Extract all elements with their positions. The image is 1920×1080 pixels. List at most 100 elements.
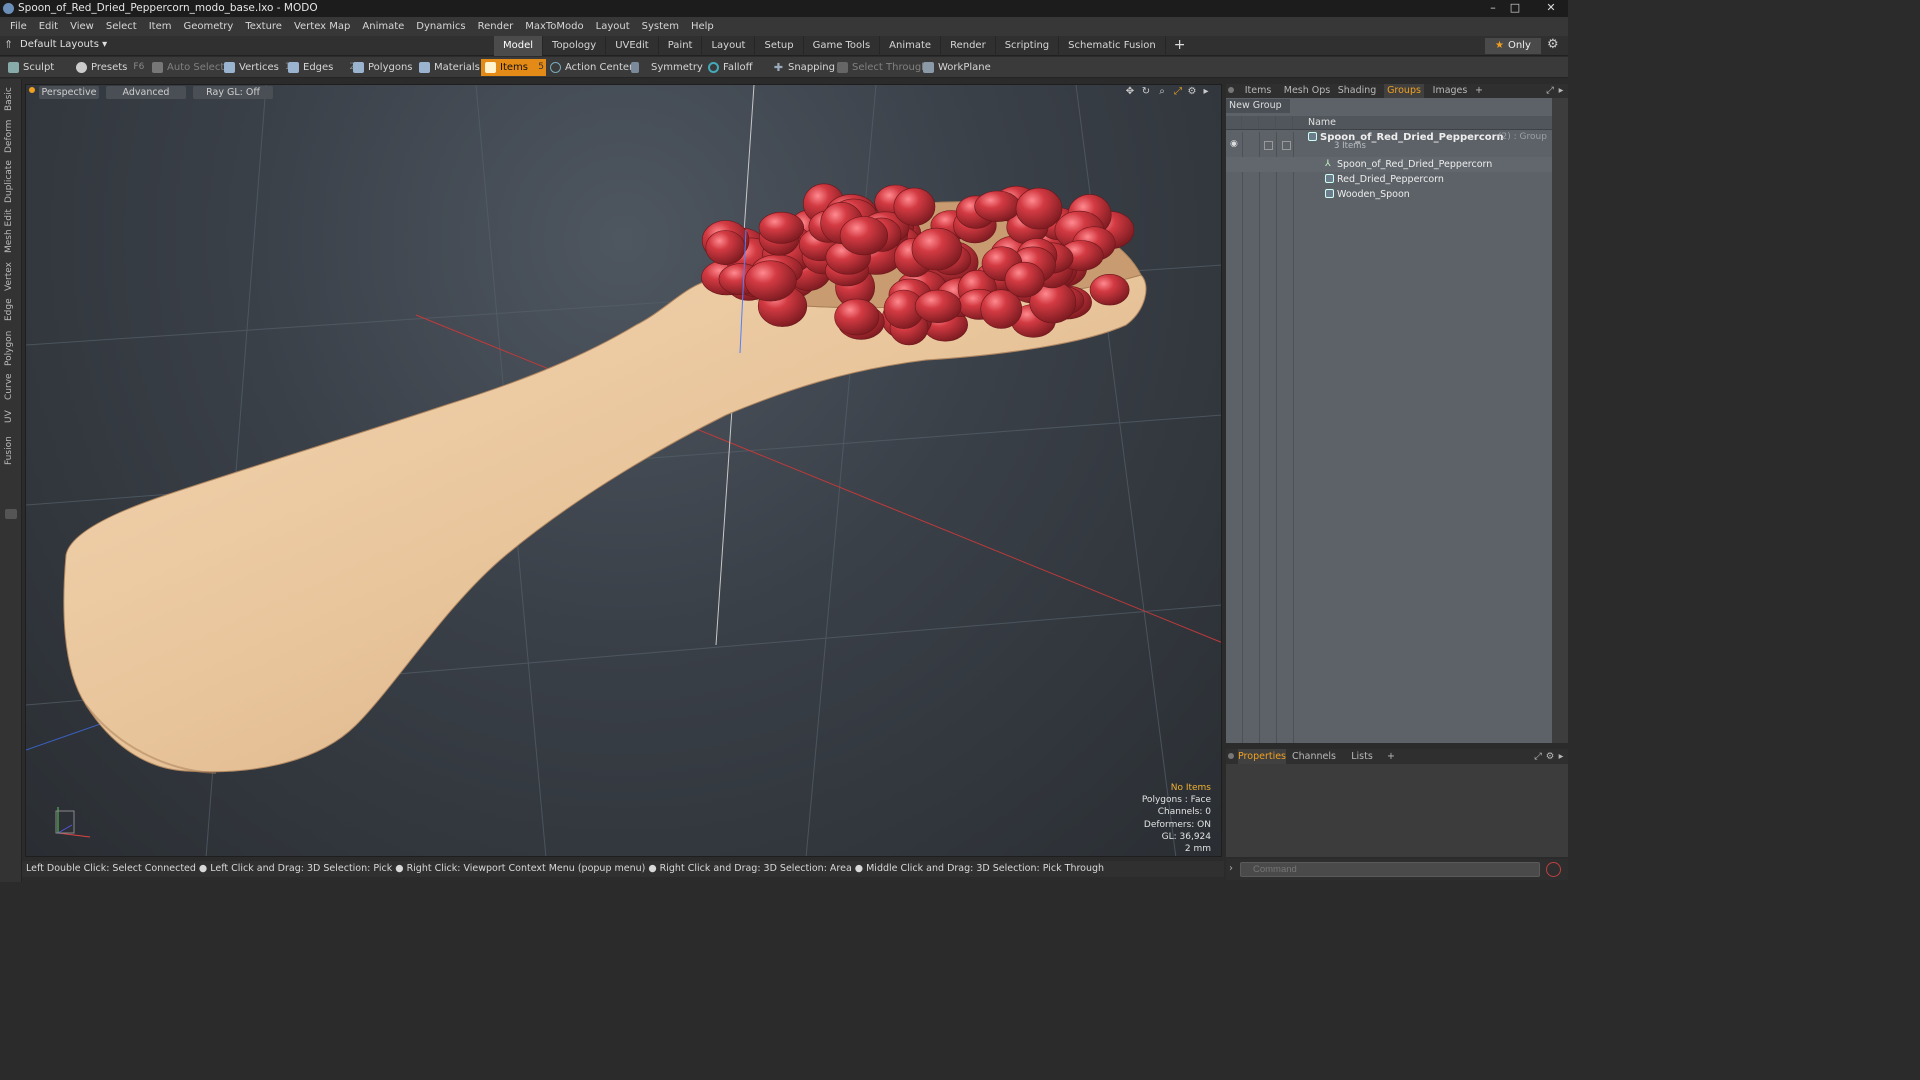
menu-render[interactable]: Render (472, 21, 520, 32)
tab-game-tools[interactable]: Game Tools (804, 36, 881, 56)
symmetry-button[interactable]: Symmetry (631, 59, 703, 76)
properties-expand-icon[interactable]: ⤢ (1532, 749, 1544, 764)
3d-viewport[interactable]: Perspective Advanced Ray GL: Off ✥ ↻ ⌕ ⤢… (25, 84, 1222, 857)
panel-menu-icon[interactable] (1228, 87, 1234, 93)
snapping-button[interactable]: ✚ Snapping (773, 59, 835, 76)
menu-vertex-map[interactable]: Vertex Map (288, 21, 356, 32)
workplane-button[interactable]: WorkPlane (923, 59, 991, 76)
gear-icon[interactable]: ⚙ (1547, 37, 1559, 52)
menu-item[interactable]: Item (143, 21, 178, 32)
group-child-row[interactable]: ⅄ Spoon_of_Red_Dried_Peppercorn (1226, 157, 1552, 172)
tab-properties[interactable]: Properties (1238, 749, 1286, 764)
menu-animate[interactable]: Animate (356, 21, 410, 32)
viewport-expand-icon[interactable]: ▸ (1200, 86, 1212, 98)
tab-animate[interactable]: Animate (880, 36, 942, 56)
items-button[interactable]: Items 5 (481, 59, 546, 76)
tab-groups[interactable]: Groups (1384, 84, 1424, 98)
lock-checkbox[interactable] (1264, 141, 1273, 150)
tab-channels[interactable]: Channels (1290, 749, 1338, 764)
render-col-icon[interactable] (1243, 116, 1259, 129)
layout-toggle-icon[interactable]: ⇑ (4, 38, 13, 51)
rotate-view-icon[interactable]: ↻ (1140, 86, 1152, 98)
command-record-icon[interactable] (1546, 862, 1561, 877)
vtab-uv[interactable]: UV (4, 407, 18, 427)
lock-col-icon[interactable] (1260, 116, 1276, 129)
shading-button[interactable]: Advanced (106, 86, 186, 99)
tab-images[interactable]: Images (1430, 84, 1470, 98)
menu-layout[interactable]: Layout (590, 21, 636, 32)
tab-topology[interactable]: Topology (543, 36, 607, 56)
menu-view[interactable]: View (64, 21, 100, 32)
menu-maxtomodo[interactable]: MaxToModo (519, 21, 589, 32)
auto-select-button[interactable]: Auto Select (152, 59, 224, 76)
vtab-duplicate[interactable]: Duplicate (4, 160, 18, 203)
tab-model[interactable]: Model (494, 36, 544, 56)
sculpt-button[interactable]: Sculpt (8, 59, 54, 76)
menu-dynamics[interactable]: Dynamics (410, 21, 471, 32)
close-button[interactable]: ✕ (1540, 1, 1562, 15)
zoom-view-icon[interactable]: ⌕ (1156, 86, 1168, 98)
properties-gear-icon[interactable]: ⚙ (1544, 749, 1556, 764)
menu-file[interactable]: File (4, 21, 33, 32)
vtab-mesh-edit[interactable]: Mesh Edit (4, 209, 18, 253)
add-panel-tab-button[interactable]: + (1472, 84, 1486, 98)
menu-help[interactable]: Help (685, 21, 720, 32)
tab-paint[interactable]: Paint (659, 36, 703, 56)
select-through-button[interactable]: Select Through (837, 59, 928, 76)
tab-setup[interactable]: Setup (755, 36, 804, 56)
tab-lists[interactable]: Lists (1340, 749, 1384, 764)
groups-scrollbar[interactable] (1552, 98, 1568, 743)
menu-system[interactable]: System (636, 21, 685, 32)
select-checkbox[interactable] (1282, 141, 1291, 150)
materials-button[interactable]: Materials (419, 59, 480, 76)
maximize-button[interactable]: □ (1506, 1, 1524, 15)
tab-uvedit[interactable]: UVEdit (606, 36, 659, 56)
tab-render[interactable]: Render (941, 36, 996, 56)
fit-view-icon[interactable]: ⤢ (1172, 86, 1184, 98)
edges-button[interactable]: Edges2 (288, 59, 355, 76)
command-history-icon[interactable]: › (1229, 863, 1233, 874)
raygl-button[interactable]: Ray GL: Off (193, 86, 273, 99)
tab-items[interactable]: Items (1238, 84, 1278, 98)
panel-arrow-icon[interactable]: ▸ (1556, 84, 1566, 98)
layouts-dropdown[interactable]: Default Layouts ▾ (20, 39, 107, 50)
properties-menu-icon[interactable] (1228, 753, 1234, 759)
polygons-button[interactable]: Polygons (353, 59, 413, 76)
vtab-vertex[interactable]: Vertex (4, 261, 18, 293)
viewport-menu-icon[interactable] (29, 87, 35, 93)
tab-mesh-ops[interactable]: Mesh Ops (1282, 84, 1332, 98)
vtab-curve[interactable]: Curve (4, 373, 18, 401)
tab-schematic-fusion[interactable]: Schematic Fusion (1059, 36, 1166, 56)
select-col-icon[interactable] (1277, 116, 1293, 129)
action-center-button[interactable]: Action Center (550, 59, 633, 76)
minimize-button[interactable]: – (1484, 1, 1502, 15)
only-button[interactable]: ★ Only (1485, 38, 1541, 54)
panel-toggle-icon[interactable] (5, 509, 17, 519)
add-tab-button[interactable]: + (1166, 36, 1194, 56)
perspective-button[interactable]: Perspective (39, 86, 99, 99)
new-group-button[interactable]: New Group (1226, 99, 1290, 113)
menu-edit[interactable]: Edit (33, 21, 64, 32)
panel-expand-icon[interactable]: ⤢ (1544, 84, 1556, 98)
tab-scripting[interactable]: Scripting (996, 36, 1060, 56)
vtab-polygon[interactable]: Polygon (4, 329, 18, 367)
visibility-col-icon[interactable] (1226, 116, 1242, 129)
eye-icon[interactable]: ◉ (1230, 137, 1238, 152)
tab-layout[interactable]: Layout (702, 36, 756, 56)
vertices-button[interactable]: Vertices1 (224, 59, 291, 76)
falloff-button[interactable]: Falloff (708, 59, 753, 76)
group-child-row[interactable]: Wooden_Spoon (1226, 187, 1552, 202)
group-child-row[interactable]: Red_Dried_Peppercorn (1226, 172, 1552, 187)
add-properties-tab-button[interactable]: + (1384, 749, 1398, 764)
group-row[interactable]: ◉ Spoon_of_Red_Dried_Peppercorn (2) : Gr… (1226, 132, 1552, 154)
vtab-deform[interactable]: Deform (4, 119, 18, 153)
tab-shading[interactable]: Shading (1334, 84, 1380, 98)
presets-button[interactable]: Presets F6 (76, 59, 144, 76)
menu-select[interactable]: Select (100, 21, 143, 32)
command-input[interactable] (1240, 862, 1540, 877)
vtab-fusion[interactable]: Fusion (4, 435, 18, 467)
viewport-settings-icon[interactable]: ⚙ (1186, 86, 1198, 98)
vtab-edge[interactable]: Edge (4, 297, 18, 323)
move-view-icon[interactable]: ✥ (1124, 86, 1136, 98)
menu-texture[interactable]: Texture (239, 21, 288, 32)
